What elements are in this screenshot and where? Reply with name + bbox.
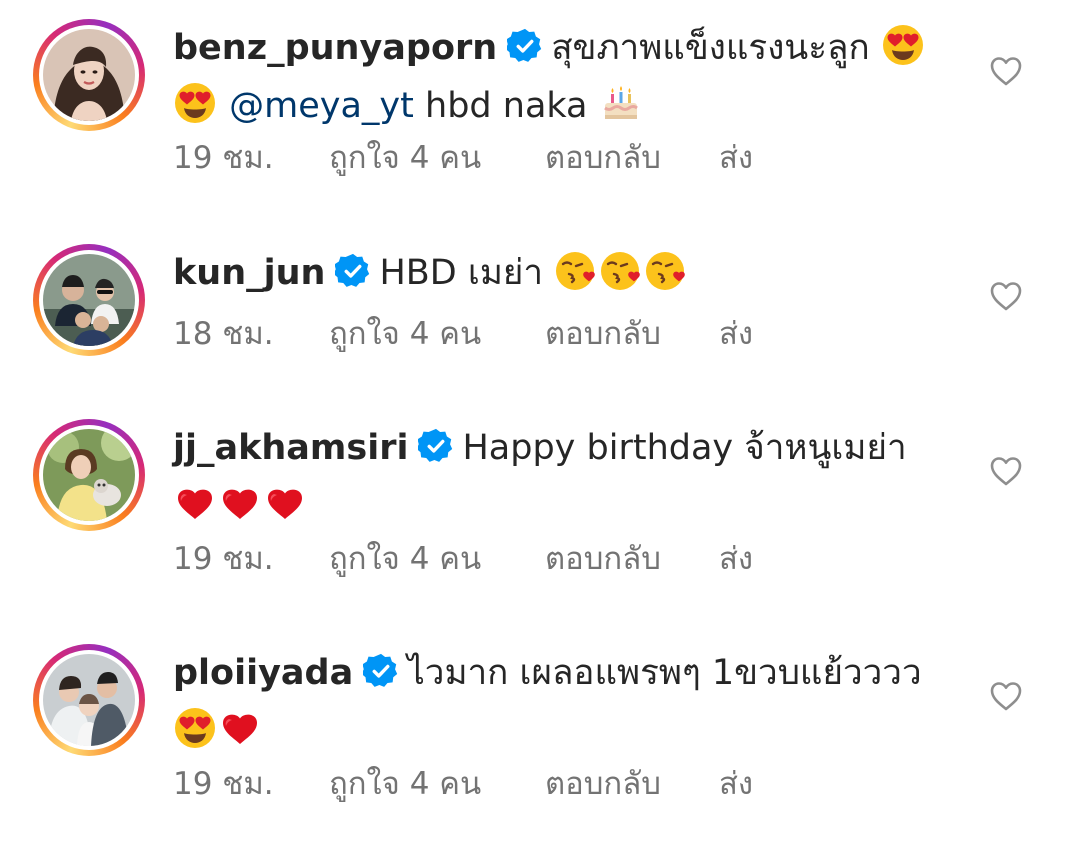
username-link[interactable]: benz_punyaporn xyxy=(173,28,497,68)
comment-text: สุขภาพแข็งแรงนะลูก xyxy=(551,28,870,68)
comment-item: kun_jun HBD เมย่า 18 ชม. ถูกใจ 4 คน ตอบกล… xyxy=(0,224,1079,404)
verified-badge-icon xyxy=(363,653,399,689)
reply-button[interactable]: ตอบกลับ xyxy=(545,138,661,178)
verified-badge-icon xyxy=(335,253,371,289)
comment-item: benz_punyaporn สุขภาพแข็งแรงนะลูก @meya_y… xyxy=(0,0,1079,210)
kissing-heart-emoji-icon xyxy=(644,248,688,292)
timestamp: 19 ชม. xyxy=(173,140,274,176)
timestamp: 18 ชม. xyxy=(173,316,274,352)
profile-photo-icon xyxy=(43,654,135,746)
comment-text: hbd naka xyxy=(425,86,588,126)
send-button[interactable]: ส่ง xyxy=(719,764,753,804)
username-link[interactable]: kun_jun xyxy=(173,253,325,293)
kissing-heart-emoji-icon xyxy=(599,248,643,292)
comment-text: HBD เมย่า xyxy=(379,253,544,293)
red-heart-emoji-icon xyxy=(218,481,262,525)
timestamp: 19 ชม. xyxy=(173,766,274,802)
reply-button[interactable]: ตอบกลับ xyxy=(545,539,661,579)
comment-item: ploiiyada ไวมาก เผลอแพรพๆ 1ขวบแย้วววว 19 … xyxy=(0,625,1079,840)
likes-count-link[interactable]: ถูกใจ 4 คน xyxy=(329,314,481,354)
comment-text: ไวมาก เผลอแพรพๆ 1ขวบแย้วววว xyxy=(407,653,922,693)
profile-photo-icon xyxy=(43,429,135,521)
profile-photo-icon xyxy=(43,29,135,121)
likes-count-link[interactable]: ถูกใจ 4 คน xyxy=(329,764,481,804)
likes-count-link[interactable]: ถูกใจ 4 คน xyxy=(329,539,481,579)
likes-count-link[interactable]: ถูกใจ 4 คน xyxy=(329,138,481,178)
heart-eyes-emoji-icon xyxy=(173,706,217,750)
verified-badge-icon xyxy=(507,28,543,64)
reply-button[interactable]: ตอบกลับ xyxy=(545,764,661,804)
birthday-cake-emoji-icon xyxy=(599,81,643,125)
heart-icon[interactable] xyxy=(988,678,1024,714)
send-button[interactable]: ส่ง xyxy=(719,138,753,178)
comment-body: kun_jun HBD เมย่า xyxy=(173,244,953,302)
send-button[interactable]: ส่ง xyxy=(719,539,753,579)
timestamp: 19 ชม. xyxy=(173,541,274,577)
red-heart-emoji-icon xyxy=(263,481,307,525)
comment-item: jj_akhamsiri Happy birthday จ้าหนูเมย่า 1… xyxy=(0,400,1079,610)
avatar[interactable] xyxy=(33,19,145,131)
comment-body: ploiiyada ไวมาก เผลอแพรพๆ 1ขวบแย้วววว xyxy=(173,644,953,760)
avatar[interactable] xyxy=(33,644,145,756)
avatar[interactable] xyxy=(33,244,145,356)
kissing-heart-emoji-icon xyxy=(554,248,598,292)
comment-body: benz_punyaporn สุขภาพแข็งแรงนะลูก @meya_y… xyxy=(173,19,953,135)
heart-eyes-emoji-icon xyxy=(173,81,217,125)
avatar[interactable] xyxy=(33,419,145,531)
username-link[interactable]: jj_akhamsiri xyxy=(173,428,408,468)
heart-eyes-emoji-icon xyxy=(881,23,925,67)
comment-body: jj_akhamsiri Happy birthday จ้าหนูเมย่า xyxy=(173,419,953,535)
send-button[interactable]: ส่ง xyxy=(719,314,753,354)
comment-text: Happy birthday จ้าหนูเมย่า xyxy=(462,428,907,468)
mention-link[interactable]: @meya_yt xyxy=(229,86,414,126)
heart-icon[interactable] xyxy=(988,53,1024,89)
username-link[interactable]: ploiiyada xyxy=(173,653,353,693)
verified-badge-icon xyxy=(418,428,454,464)
heart-icon[interactable] xyxy=(988,278,1024,314)
reply-button[interactable]: ตอบกลับ xyxy=(545,314,661,354)
heart-icon[interactable] xyxy=(988,453,1024,489)
profile-photo-icon xyxy=(43,254,135,346)
red-heart-emoji-icon xyxy=(173,481,217,525)
red-heart-emoji-icon xyxy=(218,706,262,750)
